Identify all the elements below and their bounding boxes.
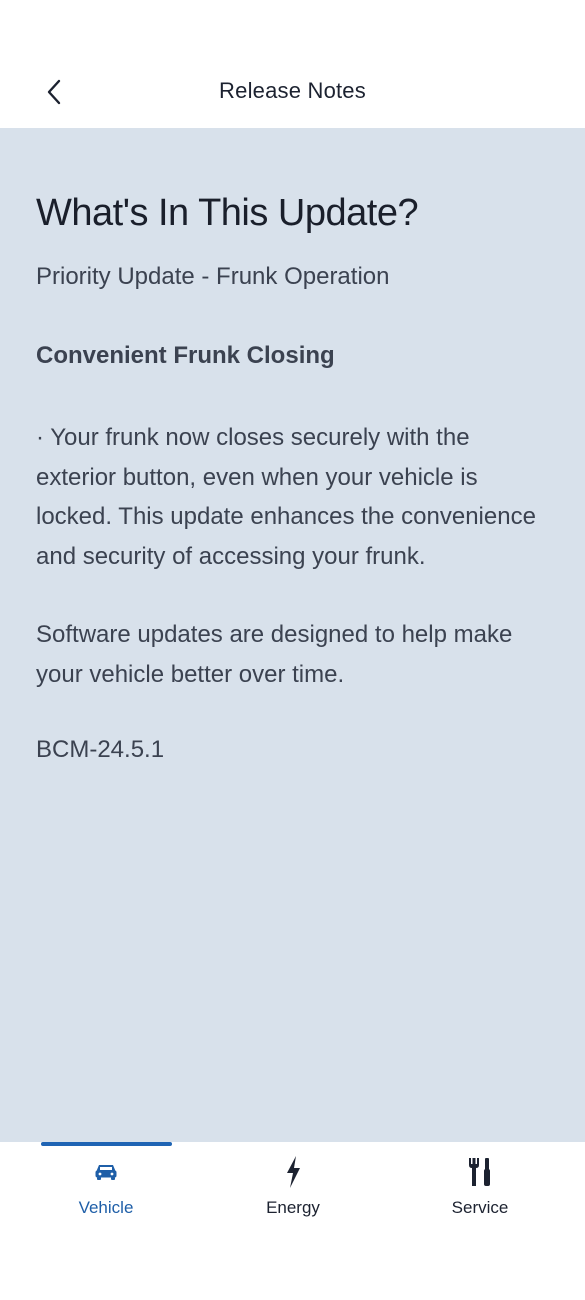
update-subtitle: Priority Update - Frunk Operation	[36, 263, 390, 290]
update-disclaimer: Software updates are designed to help ma…	[36, 621, 513, 688]
top-app-bar: Release Notes	[0, 0, 585, 128]
app-root: Release Notes What's In This Update? Pri…	[0, 0, 585, 1300]
page-title: Release Notes	[219, 78, 366, 103]
feature-description: · Your frunk now closes securely with th…	[36, 424, 536, 570]
tab-energy[interactable]: Energy	[218, 1156, 368, 1226]
tab-vehicle-label: Vehicle	[78, 1198, 134, 1217]
tab-vehicle[interactable]: Vehicle	[31, 1156, 181, 1226]
version-label: BCM-24.5.1	[36, 735, 165, 763]
release-notes-content: What's In This Update? Priority Update -…	[0, 128, 585, 1142]
lightning-icon	[277, 1156, 309, 1188]
car-icon	[90, 1156, 122, 1188]
active-tab-indicator	[41, 1142, 172, 1146]
tab-service-label: Service	[451, 1198, 509, 1217]
update-heading: What's In This Update?	[36, 192, 419, 234]
bottom-navigation: Vehicle Energy Service	[0, 1142, 585, 1300]
tools-icon	[464, 1156, 496, 1188]
tab-service[interactable]: Service	[405, 1156, 555, 1226]
tab-energy-label: Energy	[266, 1198, 320, 1217]
feature-heading: Convenient Frunk Closing	[36, 342, 335, 369]
